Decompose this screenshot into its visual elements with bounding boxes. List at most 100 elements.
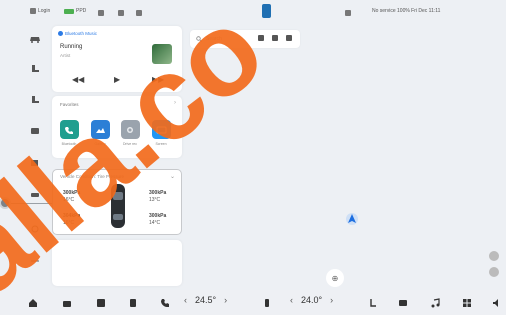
- bluetooth-icon: [58, 31, 63, 36]
- temp-up-icon[interactable]: ›: [330, 295, 333, 305]
- vehicle-condition-card[interactable]: Vehicle Condition: Tire Pressure ⌄ 300kP…: [52, 169, 182, 235]
- seat-icon: [370, 299, 376, 307]
- dock-grid-button[interactable]: [462, 296, 472, 310]
- rail-seat-button[interactable]: [25, 60, 45, 78]
- camera-icon: [63, 301, 71, 307]
- tire-rear-right: 300kPa 14°C: [149, 213, 166, 227]
- map-side-buttons: [489, 251, 503, 283]
- tire-pressure: 304kPa: [63, 213, 81, 219]
- media-card[interactable]: Bluetooth Music Running Artist ◀◀ ▶ ▶▶: [52, 26, 182, 92]
- seat-rear-icon: [32, 96, 39, 103]
- login-label: Login: [38, 8, 51, 14]
- rail-defrost-button[interactable]: [25, 186, 45, 204]
- ppd-status: PPD: [64, 8, 86, 14]
- rail-vent-button[interactable]: [25, 252, 45, 270]
- work-icon[interactable]: [272, 35, 278, 41]
- rail-window-button[interactable]: [25, 122, 45, 140]
- tire-pressure: 300kPa: [149, 190, 167, 196]
- bottom-dock: ‹ 24.5° › ‹ 24.0° ›: [0, 290, 506, 315]
- dock-phone-button[interactable]: [160, 296, 170, 310]
- phone-icon: [161, 299, 169, 307]
- brand-logo-icon: [262, 4, 271, 18]
- favorites-icon[interactable]: [286, 35, 292, 41]
- temp-down-icon[interactable]: ‹: [290, 295, 293, 305]
- window-icon: [31, 128, 39, 134]
- user-icon: [30, 8, 36, 14]
- tire-front-left: 300kPa 16°C: [63, 190, 80, 204]
- driver-temp-control: ‹ 24.5° ›: [184, 295, 227, 305]
- screen-icon: [151, 120, 171, 139]
- tire-rear-left: 304kPa 16°C: [63, 213, 80, 227]
- rail-car-button[interactable]: [25, 30, 45, 48]
- app-label: Gallery: [94, 142, 106, 146]
- locate-me-button[interactable]: ⊕: [326, 269, 344, 287]
- layers-icon[interactable]: [489, 267, 499, 277]
- tire-pressure: 300kPa: [149, 213, 167, 219]
- play-button[interactable]: ▶: [114, 75, 120, 84]
- folder-icon[interactable]: [118, 10, 124, 16]
- notification-icon[interactable]: [98, 10, 104, 16]
- rail-light-button[interactable]: [25, 154, 45, 172]
- app-gallery[interactable]: Gallery: [89, 120, 111, 146]
- seat-icon: [32, 65, 39, 72]
- settings-icon[interactable]: [136, 10, 142, 16]
- media-icon: [130, 299, 136, 307]
- defrost-icon: [31, 193, 39, 197]
- previous-track-button[interactable]: ◀◀: [72, 75, 84, 84]
- media-controls: ◀◀ ▶ ▶▶: [52, 74, 182, 86]
- more-icon[interactable]: ›: [174, 100, 176, 106]
- temp-up-icon[interactable]: ›: [224, 295, 227, 305]
- navigation-arrow-icon: [346, 213, 358, 225]
- favorites-header: Favorites: [60, 102, 79, 107]
- dock-camera-button[interactable]: [62, 296, 72, 310]
- dock-music-button[interactable]: [430, 296, 440, 310]
- driver-temp-value: 24.5°: [195, 295, 217, 305]
- fan-icon: [31, 225, 39, 233]
- search-placeholder: Search: [206, 36, 222, 42]
- map-view[interactable]: Search ⊕: [186, 26, 506, 290]
- chevron-down-icon[interactable]: ⌄: [170, 173, 175, 180]
- bluetooth-icon: [345, 10, 351, 16]
- dock-media-button[interactable]: [128, 296, 138, 310]
- dock-climate-button[interactable]: [262, 296, 272, 310]
- dock-apps-button[interactable]: [96, 296, 106, 310]
- system-status: No service 100% Fri Dec 11:11: [372, 8, 440, 14]
- app-drive-rec[interactable]: Drive rec: [119, 120, 141, 146]
- tire-temperature: 16°C: [63, 220, 75, 226]
- next-track-button[interactable]: ▶▶: [152, 75, 164, 84]
- phone-icon: [59, 120, 79, 139]
- tire-temperature: 16°C: [63, 197, 75, 203]
- voice-icon[interactable]: [489, 251, 499, 261]
- media-source-label: Bluetooth Music: [65, 31, 98, 36]
- rail-fan-button[interactable]: [25, 220, 45, 238]
- media-source[interactable]: Bluetooth Music: [58, 31, 97, 36]
- car-top-view-icon: [111, 184, 125, 228]
- dock-volume-button[interactable]: [492, 296, 502, 310]
- app-label: Screen: [155, 142, 167, 146]
- favorites-card: Favorites › Bluetooth Gallery Drive rec …: [52, 96, 182, 158]
- tire-pressure: 300kPa: [63, 190, 81, 196]
- status-bar: Login PPD No service 100% Fri Dec 11:11: [0, 0, 506, 26]
- dock-home-button[interactable]: [28, 296, 38, 310]
- dock-seat-button[interactable]: [368, 296, 378, 310]
- media-artist: Artist: [60, 53, 71, 58]
- login-status[interactable]: Login: [30, 8, 50, 14]
- app-bluetooth[interactable]: Bluetooth: [58, 120, 80, 146]
- rail-rear-seat-button[interactable]: [25, 91, 45, 109]
- home-icon[interactable]: [258, 35, 264, 41]
- home-icon: [29, 299, 37, 307]
- app-label: Bluetooth: [61, 142, 77, 146]
- app-screen[interactable]: Screen: [150, 120, 172, 146]
- callout-marker-icon: [0, 197, 11, 209]
- climate-icon: [265, 299, 269, 307]
- light-icon: [31, 160, 38, 166]
- temp-down-icon[interactable]: ‹: [184, 295, 187, 305]
- car-icon: [30, 37, 40, 43]
- vent-icon: [31, 260, 39, 262]
- ppd-badge-icon: [64, 8, 74, 14]
- dock-fan-button[interactable]: [398, 296, 408, 310]
- app-label: Drive rec: [122, 142, 137, 146]
- map-tools: [258, 35, 292, 41]
- widget-card[interactable]: [52, 240, 182, 286]
- search-icon: [196, 36, 202, 42]
